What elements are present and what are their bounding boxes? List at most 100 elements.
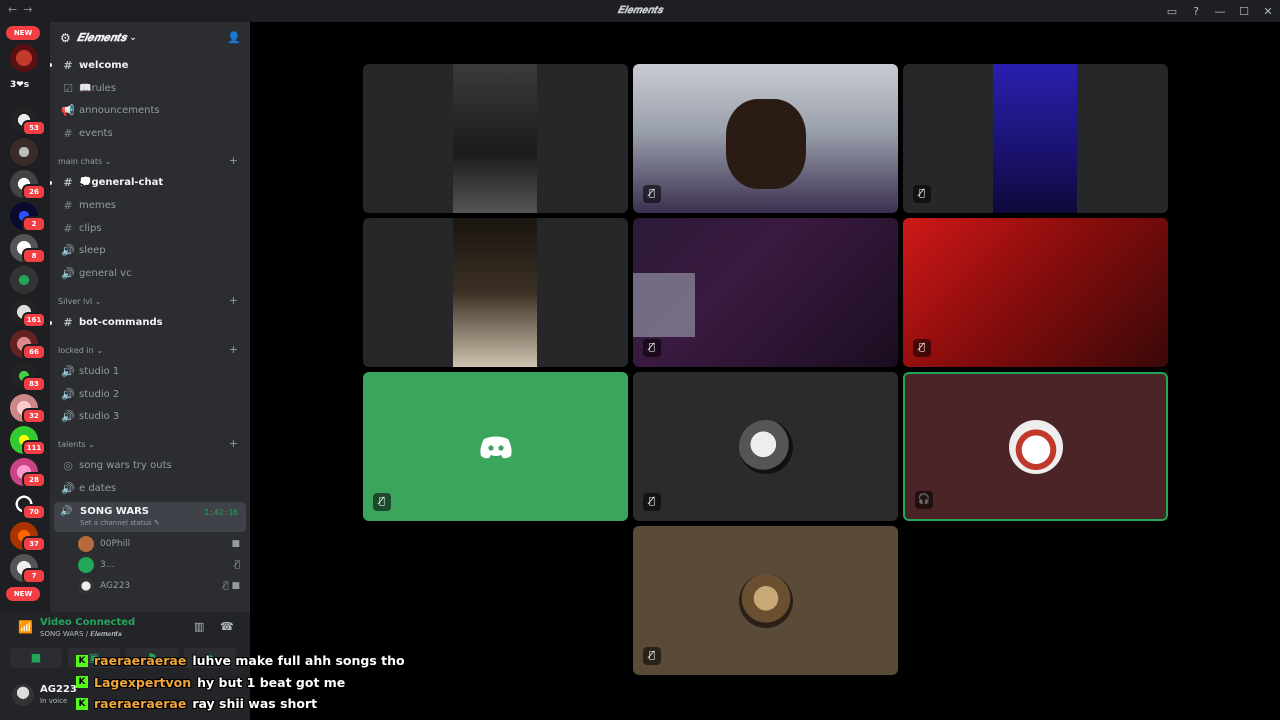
inbox-icon[interactable]: ▭ <box>1160 5 1184 18</box>
active-voice-channel[interactable]: 🔊 SONG WARS 1:42:16 Set a channel status… <box>54 501 246 532</box>
mic-muted-icon: 🎙̸ <box>913 339 931 357</box>
channel-welcome[interactable]: # welcome <box>50 54 250 77</box>
mic-muted-icon: 🎙̸ <box>643 185 661 203</box>
mention-badge: 7 <box>22 568 46 584</box>
channel-label: clips <box>79 222 102 234</box>
video-tile[interactable] <box>363 218 628 367</box>
mention-badge: 32 <box>22 408 46 424</box>
channel-song-wars-try-outs[interactable]: ◎ song wars try outs <box>50 454 250 477</box>
mention-badge: 83 <box>22 376 46 392</box>
server-header[interactable]: ⚙ 𝑬𝒍𝒆𝒎𝒆𝒏𝒕𝒔 ⌄ 👤 <box>50 22 250 54</box>
chat-text: hy but 1 beat got me <box>197 674 346 690</box>
mention-badge: 2 <box>22 216 46 232</box>
mention-badge: 8 <box>22 248 46 264</box>
channel-rules[interactable]: ☑ 📖rules <box>50 77 250 100</box>
chat-username: Lagexpertvon <box>94 674 192 690</box>
channel-memes[interactable]: # memes <box>50 194 250 217</box>
server-icon[interactable] <box>10 44 38 72</box>
window-title: 𝑬𝒍𝒆𝒎𝒆𝒏𝒕𝒔 <box>617 5 663 16</box>
noise-suppression-icon[interactable]: ▥ <box>194 620 204 633</box>
video-tile[interactable]: 🎙̸ <box>903 64 1168 213</box>
channel-sleep[interactable]: 🔊 sleep <box>50 240 250 263</box>
channel-clips[interactable]: # clips <box>50 217 250 240</box>
avatar <box>738 419 793 474</box>
avatar <box>78 536 94 553</box>
channel-general-vc[interactable]: 🔊 general vc <box>50 262 250 285</box>
channel-label: song wars try outs <box>79 460 172 472</box>
chat-message: K Lagexpertvon hy but 1 beat got me <box>72 672 492 694</box>
channel-general-chat[interactable]: # 💭general-chat <box>50 171 250 194</box>
channel-bot-commands[interactable]: # bot-commands <box>50 311 250 334</box>
channel-studio-3[interactable]: 🔊 studio 3 <box>50 406 250 429</box>
camera-feed <box>453 64 537 213</box>
close-button[interactable]: ✕ <box>1256 5 1280 18</box>
maximize-button[interactable]: ☐ <box>1232 5 1256 18</box>
video-tile[interactable]: 🎙̸ <box>633 372 898 521</box>
channel-events[interactable]: # events <box>50 122 250 145</box>
avatar[interactable] <box>12 684 34 706</box>
category-label: locked in <box>58 345 94 355</box>
video-tile[interactable]: 🎙̸ <box>633 64 898 213</box>
add-member-icon[interactable]: 👤 <box>227 31 241 44</box>
add-channel-icon[interactable]: + <box>229 343 238 356</box>
megaphone-icon: 📢 <box>61 104 75 118</box>
mention-badge: 53 <box>22 120 46 136</box>
voice-user[interactable]: 00Phill ■ <box>50 534 250 555</box>
stream-chat-overlay: Kraeraeraerae luhve make full ahh songs t… <box>72 650 492 715</box>
channel-status[interactable]: Set a channel status ✎ <box>80 519 240 527</box>
channel-e-dates[interactable]: 🔊 e dates <box>50 477 250 500</box>
camera-button[interactable]: ■ <box>10 648 62 668</box>
person-feed <box>725 98 806 189</box>
add-channel-icon[interactable]: + <box>229 294 238 307</box>
voice-location[interactable]: SONG WARS / 𝑬𝒍𝒆𝒎𝒆𝒏𝒕𝒔 <box>40 630 122 639</box>
speaker-icon: 🔊 <box>61 244 75 258</box>
add-channel-icon[interactable]: + <box>229 154 238 167</box>
channel-studio-2[interactable]: 🔊 studio 2 <box>50 383 250 406</box>
hash-icon: # <box>63 176 73 190</box>
category-label: Silver lvl <box>58 297 93 307</box>
unread-dot <box>50 320 52 325</box>
discord-logo-icon <box>479 436 512 458</box>
gear-icon: ⚙ <box>60 31 71 45</box>
video-tile[interactable]: 🎙̸ <box>633 526 898 675</box>
category-talents[interactable]: talents ⌄ + <box>50 428 250 454</box>
category-locked-in[interactable]: locked in ⌄ + <box>50 334 250 360</box>
video-tile[interactable]: 🎙̸ <box>633 218 898 367</box>
help-icon[interactable]: ? <box>1184 5 1208 18</box>
server-list: NEW 3❤s 53 26 2 8 161 66 83 32 111 28 70… <box>0 22 50 612</box>
voice-status[interactable]: Video Connected <box>40 617 135 628</box>
server-icon[interactable] <box>10 138 38 166</box>
disconnect-icon[interactable]: ☎ <box>220 620 234 633</box>
mention-badge: 111 <box>22 440 46 456</box>
channel-label: 📖rules <box>79 82 117 94</box>
signal-icon: 📶 <box>18 620 33 634</box>
mic-muted-icon: 🎙̸ <box>643 339 661 357</box>
minimize-button[interactable]: — <box>1208 5 1232 18</box>
channel-label: studio 3 <box>79 411 120 423</box>
mic-muted-icon: 🎙̸ <box>643 493 661 511</box>
voice-user[interactable]: AG223 🎙̸ ■ <box>50 576 250 597</box>
video-tile[interactable]: 🎙̸ <box>903 218 1168 367</box>
server-icon[interactable] <box>10 266 38 294</box>
channel-announcements[interactable]: 📢 announcements <box>50 100 250 123</box>
category-label: talents <box>58 440 86 450</box>
category-silver-lvl[interactable]: Silver lvl ⌄ + <box>50 285 250 311</box>
video-tile[interactable] <box>363 64 628 213</box>
channel-label: studio 2 <box>79 388 120 400</box>
voice-user[interactable]: 3... 🎙̸ <box>50 555 250 576</box>
kick-badge-icon: K <box>76 654 88 667</box>
unread-dot <box>50 180 52 185</box>
category-main-chats[interactable]: main chats ⌄ + <box>50 145 250 171</box>
video-stage: 🎙̸ 🎙̸ 🎙̸ 🎙̸ 🎙̸ 🎙̸ 🎧 🎙̸ <box>250 22 1280 720</box>
video-tile[interactable]: 🎙̸ <box>363 372 628 521</box>
chat-message: Kraeraeraerae luhve make full ahh songs t… <box>72 650 492 672</box>
hash-icon: # <box>63 58 73 72</box>
mic-muted-icon: 🎙̸ <box>643 647 661 665</box>
channel-studio-1[interactable]: 🔊 studio 1 <box>50 360 250 383</box>
mention-badge: 70 <box>22 504 46 520</box>
stage-icon: ◎ <box>63 459 73 473</box>
server-text-icon[interactable]: 3❤s <box>10 80 29 90</box>
add-channel-icon[interactable]: + <box>229 437 238 450</box>
video-tile-speaking[interactable]: 🎧 <box>903 372 1168 521</box>
avatar <box>738 573 793 628</box>
